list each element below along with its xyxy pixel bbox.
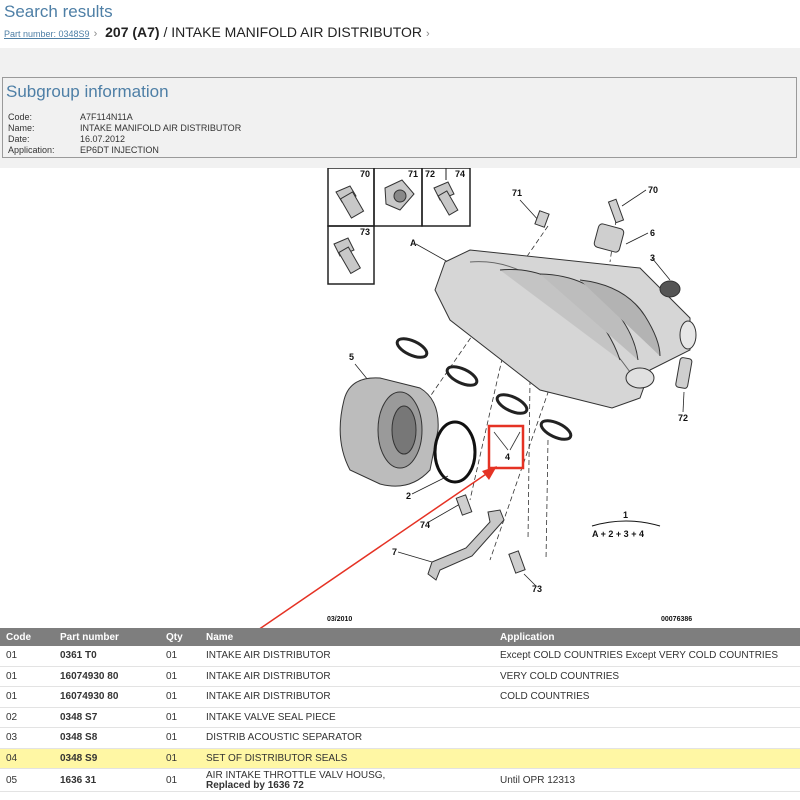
bracket-shape <box>427 509 505 581</box>
callout-70: 70 <box>648 185 658 195</box>
chevron-right-icon: › <box>426 28 430 40</box>
sensor-shape <box>534 198 625 253</box>
info-application: Application: EP6DT INJECTION <box>8 145 159 155</box>
subgroup-info-panel: Subgroup information Code: A7F114N11A Nam… <box>2 77 797 158</box>
pressure-sensor-shape <box>675 357 693 389</box>
diagram-id: 00076386 <box>661 616 692 623</box>
diagram-date: 03/2010 <box>327 616 352 623</box>
callout-6: 6 <box>650 228 655 238</box>
table-header-row: Code Part number Qty Name Application <box>0 628 800 646</box>
callout-70: 70 <box>360 169 370 179</box>
callout-74: 74 <box>420 520 430 530</box>
callout-1: 1 <box>623 510 628 520</box>
table-row[interactable]: 01 16074930 80 01 INTAKE AIR DISTRIBUTOR… <box>0 686 800 708</box>
col-code: Code <box>0 628 54 646</box>
callout-73: 73 <box>360 227 370 237</box>
gasket-ring <box>433 420 477 484</box>
table-row[interactable]: 01 0361 T0 01 INTAKE AIR DISTRIBUTOR Exc… <box>0 646 800 667</box>
callout-71: 71 <box>512 188 522 198</box>
top-bar: Search results Part number: 0348S9 › 207 … <box>0 0 800 48</box>
subgroup-title: Subgroup information <box>6 82 169 101</box>
exploded-view: 70 71 72 74 73 71 70 6 3 A 5 2 4 72 74 7… <box>99 167 697 739</box>
table-row[interactable]: 02 0348 S7 01 INTAKE VALVE SEAL PIECE <box>0 707 800 728</box>
callout-72: 72 <box>678 413 688 423</box>
throttle-body-shape <box>339 377 439 487</box>
table-row[interactable]: 01 16074930 80 01 INTAKE AIR DISTRIBUTOR… <box>0 666 800 687</box>
chevron-right-icon: › <box>93 28 98 40</box>
assembly-formula: A + 2 + 3 + 4 <box>591 520 661 539</box>
callout-5: 5 <box>349 352 354 362</box>
callout-74: 74 <box>455 169 465 179</box>
callout-73: 73 <box>532 584 542 594</box>
table-row[interactable]: 03 0348 S8 01 DISTRIB ACOUSTIC SEPARATOR <box>0 727 800 749</box>
callout-A: A <box>410 238 417 248</box>
callout-2: 2 <box>406 491 411 501</box>
parts-table: Code Part number Qty Name Application 01… <box>0 628 800 792</box>
callout-72: 72 <box>425 169 435 179</box>
table-row-highlighted[interactable]: 04 0348 S9 01 SET OF DISTRIBUTOR SEALS <box>0 748 800 769</box>
callout-71: 71 <box>408 169 418 179</box>
breadcrumb-part-link[interactable]: Part number: 0348S9 <box>4 29 90 39</box>
col-part-number: Part number <box>54 628 160 646</box>
info-name: Name: INTAKE MANIFOLD AIR DISTRIBUTOR <box>8 123 242 133</box>
col-application: Application <box>494 628 800 646</box>
breadcrumb: Part number: 0348S9 › 207 (A7) / INTAKE M… <box>4 24 434 40</box>
breadcrumb-subgroup: / INTAKE MANIFOLD AIR DISTRIBUTOR <box>163 24 422 40</box>
callout-4: 4 <box>505 452 510 462</box>
col-qty: Qty <box>160 628 200 646</box>
search-results-title: Search results <box>4 2 113 21</box>
pointer-line <box>99 469 493 739</box>
info-date: Date: 16.07.2012 <box>8 134 126 144</box>
breadcrumb-model: 207 (A7) <box>105 24 160 40</box>
parts-diagram: 70 71 72 74 73 71 70 6 3 A 5 2 4 72 74 7… <box>0 167 800 739</box>
svg-text:A + 2 + 3 + 4: A + 2 + 3 + 4 <box>592 529 644 539</box>
table-row[interactable]: 05 1636 31 01 AIR INTAKE THROTTLE VALV H… <box>0 768 800 792</box>
col-name: Name <box>200 628 494 646</box>
callout-7: 7 <box>392 547 397 557</box>
info-code: Code: A7F114N11A <box>8 112 133 122</box>
